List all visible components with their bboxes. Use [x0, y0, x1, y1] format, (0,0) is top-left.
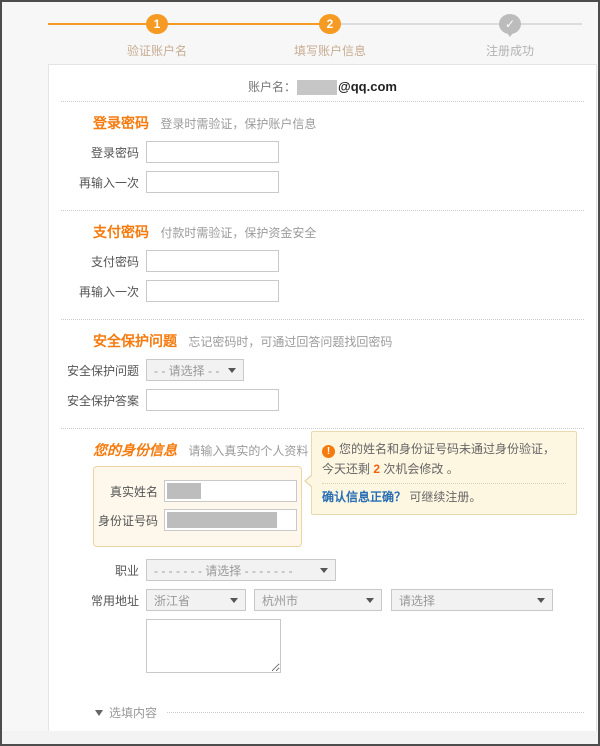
login-section-title: 登录密码: [93, 115, 149, 131]
identity-section-hint: 请输入真实的个人资料: [188, 444, 308, 458]
address-label: 常用地址: [49, 592, 139, 609]
stepper-line-done: [48, 23, 332, 25]
chevron-down-icon: [228, 368, 236, 373]
occupation-label: 职业: [49, 562, 139, 579]
notice-confirm-text: 可继续注册。: [409, 490, 481, 504]
payment-password-section: 支付密码 付款时需验证，保护资金安全 支付密码 再输入一次: [49, 211, 596, 319]
triangle-down-icon: [95, 710, 103, 716]
account-name-label: 账户名：: [248, 80, 296, 94]
stepper-line-todo: [332, 23, 582, 25]
security-answer-input[interactable]: [146, 389, 279, 411]
login-password-label: 登录密码: [49, 144, 139, 161]
step-3-badge-icon: ✓: [499, 14, 521, 34]
security-question-select[interactable]: - - 请选择 - -: [146, 359, 244, 381]
province-select[interactable]: 浙江省: [146, 589, 246, 611]
security-question-label: 安全保护问题: [49, 362, 139, 379]
account-domain: @qq.com: [338, 79, 397, 94]
dotted-rule: [167, 712, 584, 713]
chevron-down-icon: [537, 598, 545, 603]
confirm-info-link[interactable]: 确认信息正确？: [322, 490, 406, 504]
notice-text-after: 次机会修改 。: [380, 462, 459, 476]
login-password-repeat-label: 再输入一次: [49, 174, 139, 191]
security-answer-label: 安全保护答案: [49, 392, 139, 409]
masked-name-value: [167, 483, 201, 499]
pay-password-label: 支付密码: [49, 253, 139, 270]
security-section-hint: 忘记密码时，可通过回答问题找回密码: [188, 335, 392, 349]
account-name-row: 账户名： @qq.com: [49, 65, 596, 101]
step-3-label: 注册成功: [445, 42, 575, 59]
masked-account-value: [297, 80, 337, 95]
city-select[interactable]: 杭州市: [254, 589, 382, 611]
login-password-section: 登录密码 登录时需验证，保护账户信息 登录密码 再输入一次: [49, 102, 596, 210]
pay-password-repeat-label: 再输入一次: [49, 283, 139, 300]
login-password-input[interactable]: [146, 141, 279, 163]
warning-icon: !: [322, 445, 335, 458]
step-2-label: 填写账户信息: [265, 42, 395, 59]
security-question-section: 安全保护问题 忘记密码时，可通过回答问题找回密码 安全保护问题 - - 请选择 …: [49, 320, 596, 428]
chevron-down-icon: [230, 598, 238, 603]
notice-confirm-row: 确认信息正确？ 可继续注册。: [322, 488, 566, 508]
security-section-title: 安全保护问题: [93, 333, 177, 349]
pay-password-input[interactable]: [146, 250, 279, 272]
registration-form-panel: 账户名： @qq.com 登录密码 登录时需验证，保护账户信息 登录密码 再输入一…: [48, 64, 597, 733]
id-number-label: 身份证号码: [94, 512, 158, 529]
district-select[interactable]: 请选择: [391, 589, 553, 611]
notice-message: !您的姓名和身份证号码未通过身份验证，今天还剩 2 次机会修改 。: [322, 440, 566, 480]
registration-page: 1 2 ✓ 验证账户名 填写账户信息 注册成功 账户名： @qq.com 登录密码…: [0, 0, 600, 746]
notice-divider: [322, 483, 566, 484]
progress-stepper: 1 2 ✓ 验证账户名 填写账户信息 注册成功: [48, 14, 584, 60]
login-section-hint: 登录时需验证，保护账户信息: [160, 117, 316, 131]
real-name-label: 真实姓名: [94, 483, 158, 500]
identity-section: 您的身份信息 请输入真实的个人资料 真实姓名 身份证号码: [49, 429, 596, 690]
step-2-circle: 2: [319, 14, 341, 34]
city-selected-value: 杭州市: [262, 592, 298, 609]
chevron-down-icon: [320, 568, 328, 573]
occupation-selected-value: - - - - - - - 请选择 - - - - - - -: [154, 562, 293, 579]
bottom-strip: [2, 731, 598, 744]
security-question-selected-value: - - 请选择 - -: [154, 362, 219, 379]
optional-content-toggle[interactable]: 选填内容: [95, 704, 584, 721]
address-detail-textarea[interactable]: [146, 619, 281, 673]
pay-section-hint: 付款时需验证，保护资金安全: [160, 226, 316, 240]
pay-password-repeat-input[interactable]: [146, 280, 279, 302]
step-1-circle: 1: [146, 14, 168, 34]
step-1-label: 验证账户名: [92, 42, 222, 59]
chevron-down-icon: [366, 598, 374, 603]
masked-id-value: [167, 512, 277, 528]
optional-content-label: 选填内容: [109, 704, 157, 721]
pay-section-title: 支付密码: [93, 224, 149, 240]
district-selected-value: 请选择: [399, 592, 435, 609]
province-selected-value: 浙江省: [154, 592, 190, 609]
login-password-repeat-input[interactable]: [146, 171, 279, 193]
identity-section-title: 您的身份信息: [93, 442, 177, 458]
occupation-select[interactable]: - - - - - - - 请选择 - - - - - - -: [146, 559, 336, 581]
check-icon: ✓: [499, 14, 521, 34]
identity-highlight-box: 真实姓名 身份证号码: [93, 466, 302, 547]
identity-verification-notice: !您的姓名和身份证号码未通过身份验证，今天还剩 2 次机会修改 。 确认信息正确…: [311, 431, 577, 515]
